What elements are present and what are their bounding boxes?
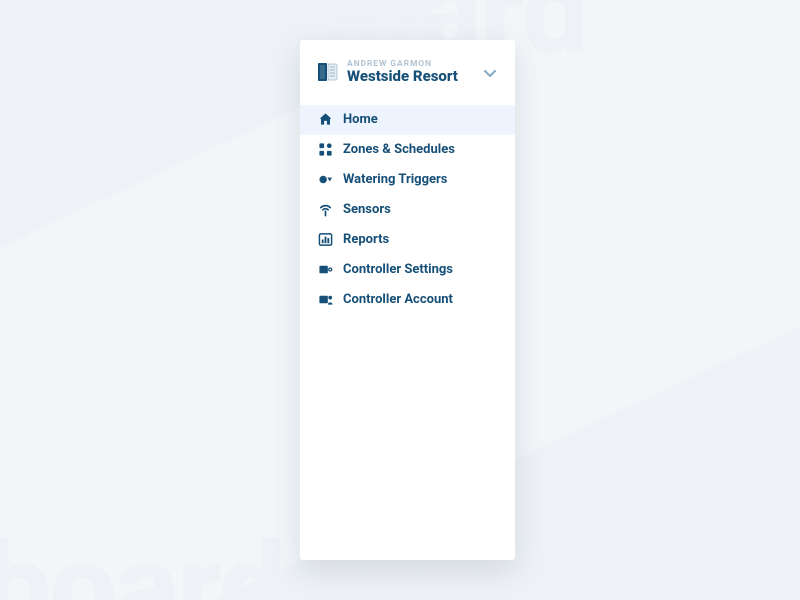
sidebar-item-watering-triggers[interactable]: Watering Triggers	[300, 165, 515, 195]
brand-mark-icon	[318, 62, 338, 82]
header-location: Westside Resort	[347, 69, 458, 85]
drop-icon	[318, 172, 333, 187]
sidebar-item-controller-account[interactable]: Controller Account	[300, 285, 515, 315]
sidebar-item-label: Home	[343, 112, 378, 127]
gear-icon	[318, 262, 333, 277]
sidebar-item-label: Zones & Schedules	[343, 142, 455, 157]
sidebar-item-label: Sensors	[343, 202, 391, 217]
sidebar-item-reports[interactable]: Reports	[300, 225, 515, 255]
grid-icon	[318, 142, 333, 157]
chevron-down-icon[interactable]	[483, 65, 497, 79]
sidebar-item-label: Controller Account	[343, 292, 453, 307]
sidebar-item-controller-settings[interactable]: Controller Settings	[300, 255, 515, 285]
sidebar-header[interactable]: ANDREW GARMON Westside Resort	[300, 40, 515, 101]
sidebar-item-label: Reports	[343, 232, 389, 247]
sidebar-item-label: Watering Triggers	[343, 172, 447, 187]
sidebar-panel: ANDREW GARMON Westside Resort Home	[300, 40, 515, 560]
sidebar-item-home[interactable]: Home	[300, 105, 515, 135]
sidebar-item-zones-schedules[interactable]: Zones & Schedules	[300, 135, 515, 165]
chart-icon	[318, 232, 333, 247]
sidebar-item-sensors[interactable]: Sensors	[300, 195, 515, 225]
sidebar-item-label: Controller Settings	[343, 262, 453, 277]
home-icon	[318, 112, 333, 127]
signal-icon	[318, 202, 333, 217]
account-icon	[318, 292, 333, 307]
sidebar-menu: Home Zones & Schedules Watering Trig	[300, 101, 515, 315]
